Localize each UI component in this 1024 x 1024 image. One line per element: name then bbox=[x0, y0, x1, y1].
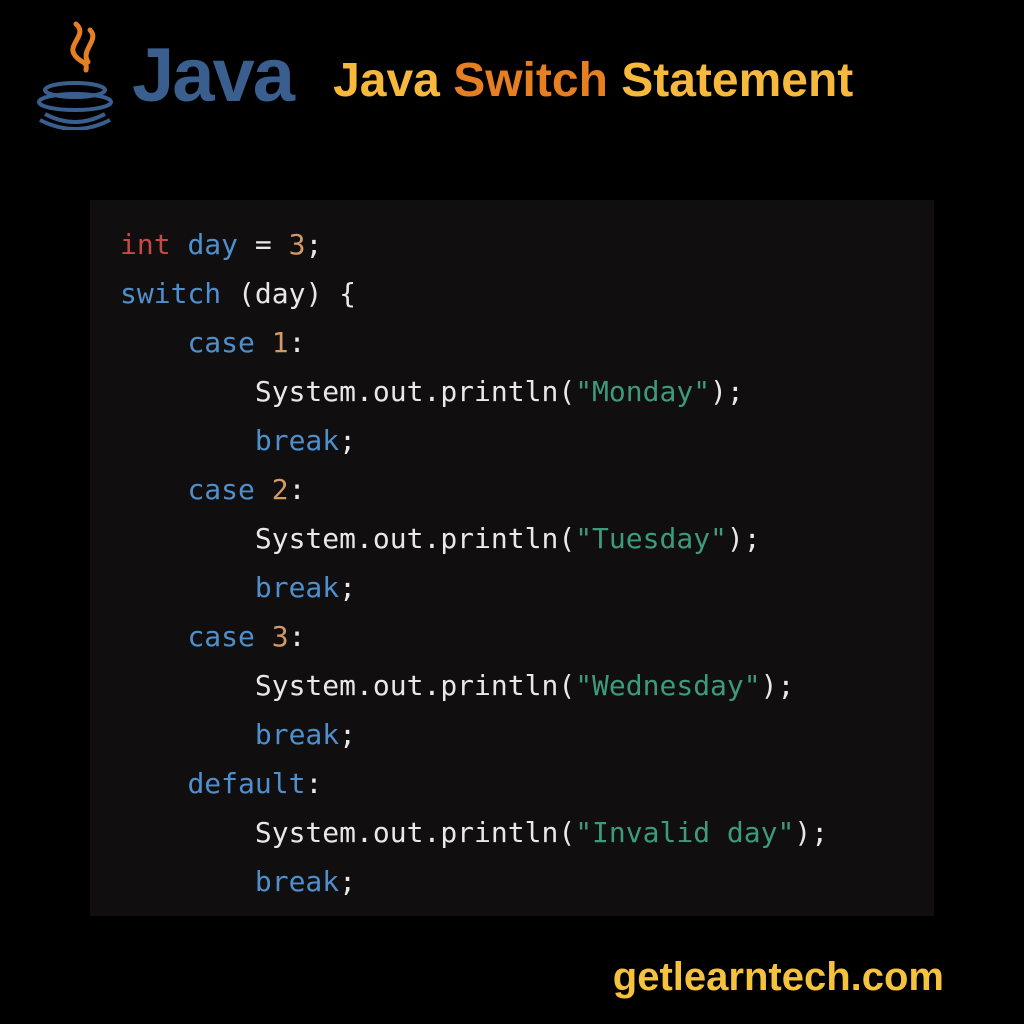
code-line-13: System.out.println("Invalid day"); bbox=[120, 816, 828, 849]
code-block: int day = 3; switch (day) { case 1: Syst… bbox=[90, 200, 934, 916]
header: Java Java Switch Statement bbox=[0, 0, 1024, 130]
code-line-12: default: bbox=[120, 767, 322, 800]
code-line-10: System.out.println("Wednesday"); bbox=[120, 669, 794, 702]
code-line-9: case 3: bbox=[120, 620, 305, 653]
title-word-1: Java bbox=[333, 54, 440, 107]
title-word-3: Statement bbox=[621, 54, 853, 107]
footer-site: getlearntech.com bbox=[613, 955, 944, 1000]
code-line-4: System.out.println("Monday"); bbox=[120, 375, 744, 408]
java-wordmark: Java bbox=[132, 32, 293, 119]
code-line-3: case 1: bbox=[120, 326, 305, 359]
page-title: Java Switch Statement bbox=[333, 53, 853, 108]
code-line-7: System.out.println("Tuesday"); bbox=[120, 522, 761, 555]
java-logo-icon bbox=[30, 20, 120, 130]
code-line-1: int day = 3; bbox=[120, 228, 322, 261]
code-line-11: break; bbox=[120, 718, 356, 751]
logo-block: Java bbox=[30, 20, 293, 130]
title-word-2: Switch bbox=[453, 54, 608, 107]
code-line-6: case 2: bbox=[120, 473, 305, 506]
code-line-5: break; bbox=[120, 424, 356, 457]
code-line-2: switch (day) { bbox=[120, 277, 356, 310]
code-line-8: break; bbox=[120, 571, 356, 604]
code-line-14: break; bbox=[120, 865, 356, 898]
